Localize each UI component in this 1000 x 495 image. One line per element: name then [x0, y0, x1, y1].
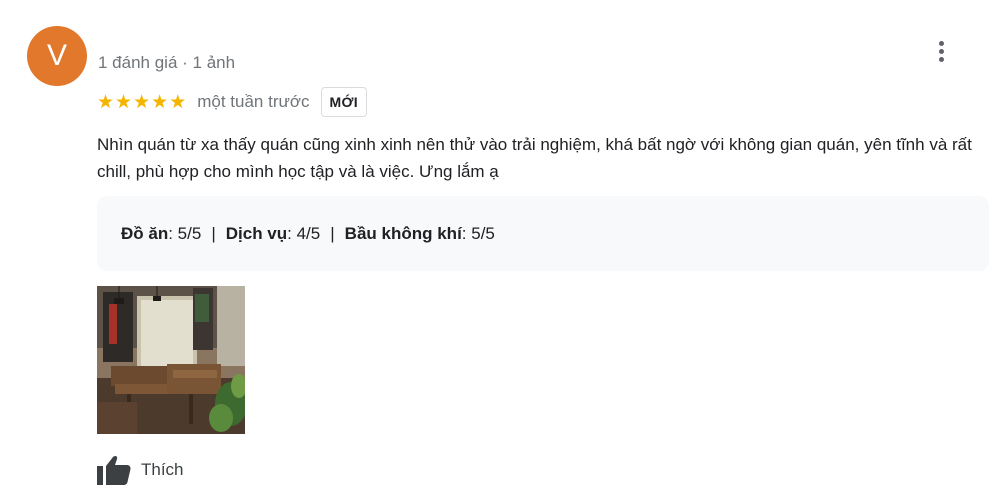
- review-time: một tuần trước: [197, 92, 310, 111]
- star-icon: ★: [97, 91, 115, 113]
- thumbs-up-icon: [97, 455, 131, 485]
- review-card: V 1 đánh giá · 1 ảnh ★ ★ ★ ★ ★ một tuần …: [0, 0, 1000, 495]
- attribute-label: Bầu không khí: [344, 223, 462, 243]
- attribute-label: Dịch vụ: [225, 223, 288, 243]
- star-icon: ★: [151, 91, 169, 113]
- review-attributes: Đồ ăn: 5/5 | Dịch vụ: 4/5 | Bầu không kh…: [97, 196, 989, 271]
- rating-row: ★ ★ ★ ★ ★ một tuần trước MỚI: [97, 86, 367, 118]
- attribute-label: Đồ ăn: [121, 223, 169, 243]
- more-vertical-icon: [938, 40, 944, 46]
- attribute-value: : 4/5: [287, 223, 321, 243]
- like-button[interactable]: Thích: [97, 455, 184, 485]
- attribute-separator: |: [211, 223, 216, 243]
- more-vertical-icon-dot: [938, 56, 944, 62]
- reviewer-meta: 1 đánh giá · 1 ảnh: [98, 53, 236, 72]
- attribute-value: : 5/5: [461, 223, 495, 243]
- attribute-value: : 5/5: [168, 223, 202, 243]
- review-photo[interactable]: [97, 286, 245, 434]
- review-text: Nhìn quán từ xa thấy quán cũng xinh xinh…: [97, 135, 972, 181]
- new-badge: MỚI: [320, 87, 367, 117]
- more-options-button[interactable]: [928, 36, 954, 66]
- cafe-interior-photo: [97, 286, 245, 434]
- attribute-separator: |: [330, 223, 335, 243]
- star-icon: ★: [133, 91, 151, 113]
- like-label: Thích: [141, 460, 184, 479]
- star-icon: ★: [169, 91, 187, 113]
- star-rating: ★ ★ ★ ★ ★: [97, 93, 186, 112]
- more-vertical-icon-dot: [938, 48, 944, 54]
- star-icon: ★: [115, 91, 133, 113]
- avatar[interactable]: V: [27, 26, 87, 86]
